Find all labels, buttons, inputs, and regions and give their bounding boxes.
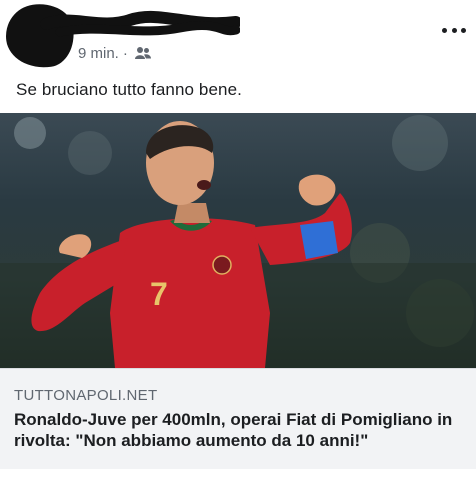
jersey-number: 7 bbox=[150, 276, 168, 312]
redacted-author-name[interactable] bbox=[40, 10, 240, 44]
post-timestamp[interactable]: 9 min. bbox=[78, 45, 119, 62]
link-preview-card[interactable]: 7 TUTTONAPOLI.NET Ronaldo-Juve per 400ml… bbox=[0, 113, 476, 469]
post-meta: 9 min. · bbox=[78, 43, 151, 63]
link-preview-image[interactable]: 7 bbox=[0, 113, 476, 368]
link-domain: TUTTONAPOLI.NET bbox=[14, 387, 158, 404]
post-message: Se bruciano tutto fanno bene. bbox=[16, 80, 242, 99]
link-preview-footer[interactable]: TUTTONAPOLI.NET Ronaldo-Juve per 400mln,… bbox=[0, 368, 476, 469]
friends-icon[interactable] bbox=[134, 46, 151, 60]
post-header: 9 min. · bbox=[0, 0, 476, 73]
player-photo: 7 bbox=[0, 115, 476, 368]
link-title[interactable]: Ronaldo-Juve per 400mln, operai Fiat di … bbox=[14, 409, 464, 451]
meta-separator: · bbox=[122, 44, 128, 62]
more-dots-icon[interactable] bbox=[442, 22, 466, 38]
